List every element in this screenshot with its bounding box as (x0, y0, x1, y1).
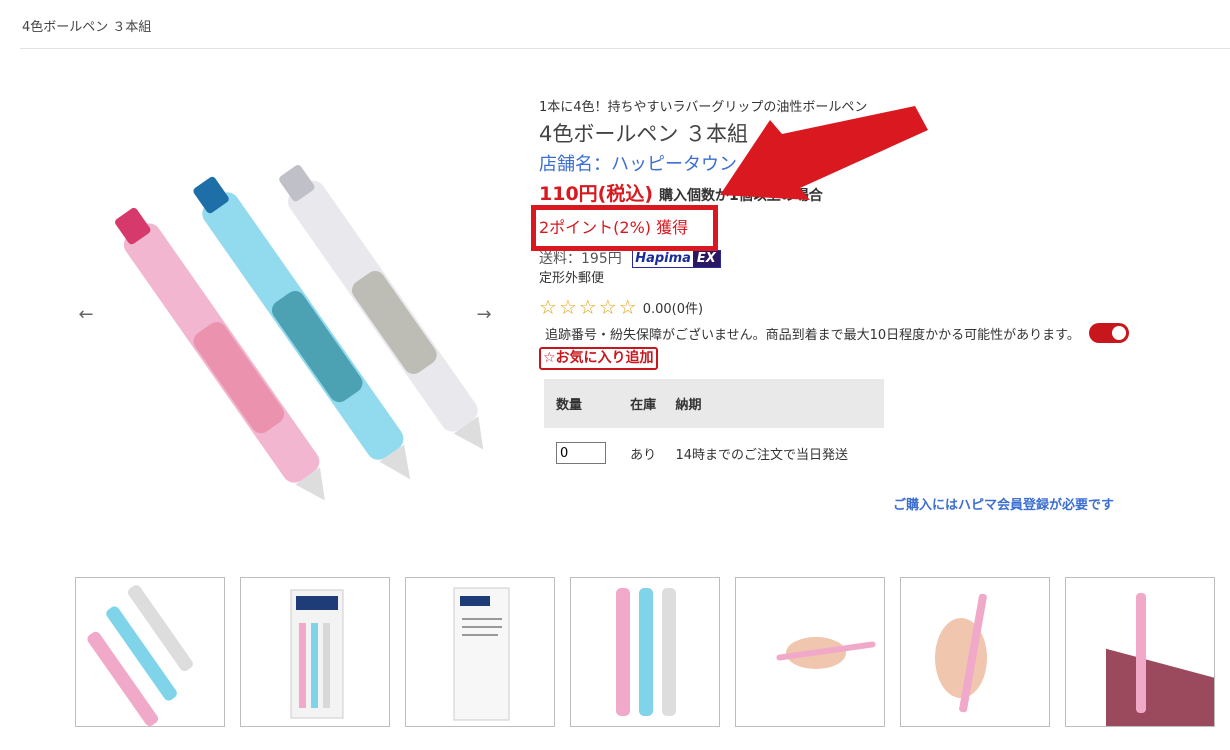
breadcrumb[interactable]: 4色ボールペン ３本組 (22, 16, 151, 35)
header-stock: 在庫 (618, 379, 664, 428)
thumbnail-6[interactable] (900, 577, 1050, 727)
shipping-row: 送料：195円 Hapima EX (539, 249, 1199, 269)
table-header-row: 数量 在庫 納期 (544, 379, 884, 428)
notice-row: 追跡番号・紛失保障がございません。商品到着まで最大10日程度かかる可能性がありま… (545, 321, 1199, 345)
rating-row: ☆ ☆ ☆ ☆ ☆ 0.00(0件) (539, 295, 1199, 319)
add-favorite-button[interactable]: ☆お気に入り追加 (539, 347, 658, 370)
thumbnail-2[interactable] (240, 577, 390, 727)
thumbnail-5[interactable] (735, 577, 885, 727)
header-delivery: 納期 (663, 379, 884, 428)
shipping-method: 定形外郵便 (539, 271, 605, 286)
quantity-input[interactable] (556, 442, 606, 464)
delivery-cell: 14時までのご注文で当日発送 (675, 447, 849, 463)
thumbnail-7[interactable] (1065, 577, 1215, 727)
notice-toggle[interactable] (1088, 323, 1129, 343)
quantity-cell (544, 428, 618, 478)
thumbnail-4[interactable] (570, 577, 720, 727)
header-quantity: 数量 (544, 379, 619, 428)
stock-table: 数量 在庫 納期 あり 14時までのご注文で当日発送 (544, 379, 884, 478)
star-outline-icon: ☆ (618, 295, 637, 319)
arrow-left-icon[interactable]: ← (74, 304, 98, 325)
tracking-notice: 追跡番号・紛失保障がございません。商品到着まで最大10日程度かかる可能性がありま… (545, 327, 1080, 343)
star-outline-icon: ☆ (558, 295, 577, 319)
star-outline-icon: ☆ (578, 295, 597, 319)
register-link[interactable]: ご購入にはハピマ会員登録が必要です (893, 494, 1114, 513)
thumbnail-1[interactable] (75, 577, 225, 727)
arrow-right-icon[interactable]: → (472, 304, 496, 325)
star-outline-icon: ☆ (539, 295, 557, 319)
table-row: あり 14時までのご注文で当日発送 (544, 428, 884, 478)
shipping-fee: 送料：195円 (539, 251, 622, 267)
thumbnail-3[interactable] (405, 577, 555, 727)
hapima-ex-logo: Hapima EX (632, 250, 721, 268)
annotation-arrow-icon (720, 106, 928, 200)
stock-cell: あり (630, 447, 657, 463)
rating-stars: ☆ ☆ ☆ ☆ ☆ (539, 297, 637, 317)
rating-count[interactable]: 0.00(0件) (643, 298, 703, 317)
price: 110円(税込) (539, 183, 654, 205)
toggle-knob (1111, 326, 1126, 340)
main-product-image (115, 165, 484, 501)
thumbnail-strip (75, 577, 1215, 727)
annotation-highlight-box (531, 205, 718, 251)
header-divider (20, 48, 1230, 49)
star-outline-icon: ☆ (598, 295, 617, 319)
